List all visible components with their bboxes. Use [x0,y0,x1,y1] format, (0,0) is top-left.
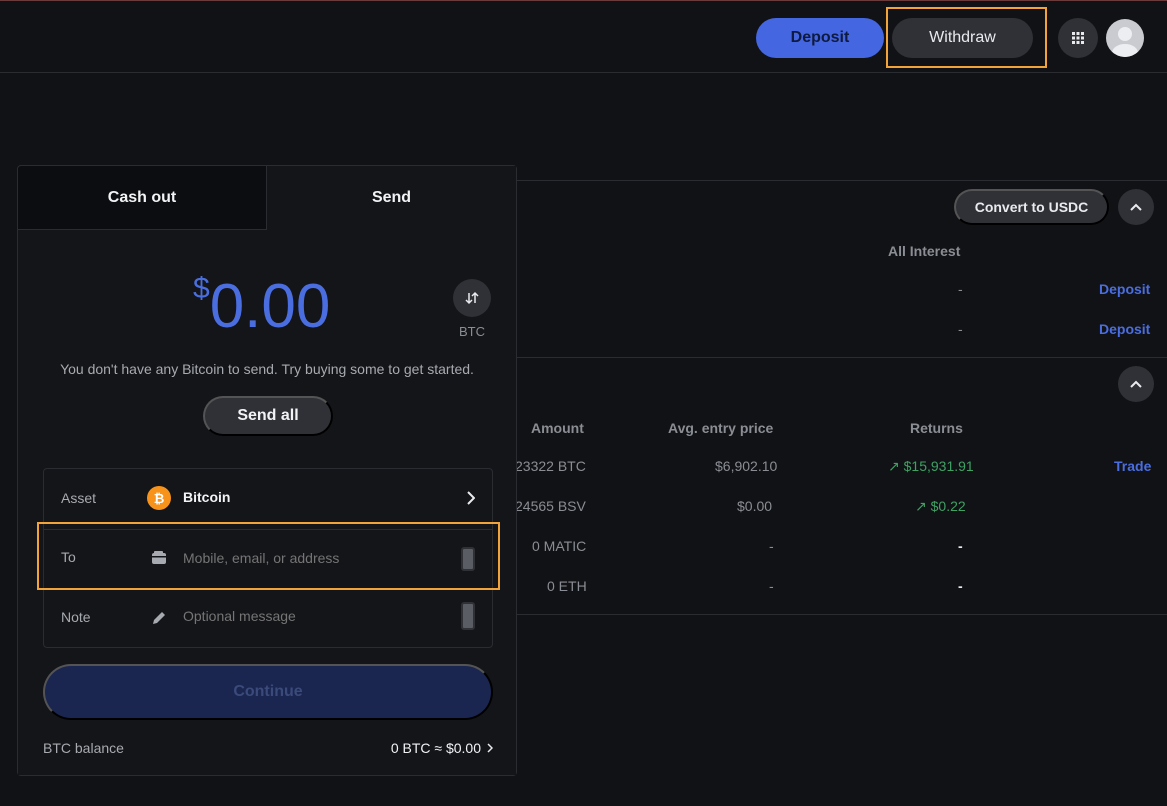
swap-unit-label: BTC [459,324,485,339]
note-scroll-handle[interactable] [461,602,475,630]
cash-interest-value: - [958,281,963,297]
section-divider [516,180,1167,181]
top-header: Deposit Withdraw [0,1,1167,73]
to-label: To [61,549,76,565]
tab-send[interactable]: Send [267,166,516,230]
holding-returns: - [958,538,963,554]
to-row[interactable]: To [44,529,492,589]
balance-label: BTC balance [43,740,124,756]
balance-value[interactable]: 0 BTC ≈ $0.00 [391,740,493,756]
trade-link[interactable]: Trade [1114,458,1151,474]
holding-entry-price: - [769,538,774,554]
avatar-icon [1112,27,1138,57]
chevron-up-icon [1130,380,1142,388]
entry-price-column-header: Avg. entry price [668,420,774,436]
swap-arrows-icon [465,291,479,305]
holding-entry-price: - [769,578,774,594]
withdraw-button[interactable]: Withdraw [892,18,1033,58]
recipient-scroll-handle[interactable] [461,547,475,571]
holding-returns: - [958,578,963,594]
trend-up-icon: ↗ [888,458,904,474]
swap-currency-button[interactable] [453,279,491,317]
amount-column-header: Amount [531,420,584,436]
cash-deposit-link[interactable]: Deposit [1099,321,1150,337]
convert-to-usdc-button[interactable]: Convert to USDC [954,189,1109,225]
send-modal: Cash out Send $ 0.00 BTC You don't have … [17,165,517,776]
send-panel: $ 0.00 BTC You don't have any Bitcoin to… [18,230,516,775]
continue-button[interactable]: Continue [43,664,493,720]
collapse-crypto-button[interactable] [1118,366,1154,402]
send-form: Asset ₿ Bitcoin To Note [43,468,493,648]
holding-amount: 0 ETH [547,578,587,594]
deposit-button[interactable]: Deposit [756,18,884,58]
send-all-button[interactable]: Send all [203,396,333,436]
asset-label: Asset [61,490,97,506]
all-interest-header: All Interest [888,243,961,259]
grid-icon [1072,32,1084,44]
asset-row[interactable]: Asset ₿ Bitcoin [44,469,492,529]
collapse-cash-button[interactable] [1118,189,1154,225]
apps-menu-button[interactable] [1058,18,1098,58]
note-input[interactable] [183,608,453,624]
chevron-right-icon [487,743,493,753]
recipient-input[interactable] [183,550,453,566]
holding-amount: 24565 BSV [515,498,586,514]
note-row[interactable]: Note [44,589,492,649]
holding-entry-price: $0.00 [737,498,773,514]
holding-entry-price: $6,902.10 [715,458,778,474]
wallet-icon [147,546,171,570]
chevron-right-icon [467,491,476,510]
empty-balance-notice: You don't have any Bitcoin to send. Try … [60,361,474,377]
svg-text:₿: ₿ [154,492,165,507]
returns-column-header: Returns [910,420,963,436]
currency-symbol: $ [193,272,210,305]
asset-value: Bitcoin [183,489,231,505]
section-divider [516,614,1167,615]
user-avatar[interactable] [1106,19,1144,57]
section-divider [516,357,1167,358]
note-label: Note [61,609,91,625]
holding-returns: ↗ $0.22 [915,498,966,514]
holding-amount: 23322 BTC [515,458,586,474]
pencil-icon [147,606,171,630]
holding-returns: ↗ $15,931.91 [888,458,974,474]
cash-deposit-link[interactable]: Deposit [1099,281,1150,297]
tab-cash-out[interactable]: Cash out [18,166,267,230]
amount-display[interactable]: $ 0.00 [193,270,330,344]
bitcoin-icon: ₿ [147,486,171,510]
cash-interest-value: - [958,321,963,337]
holding-amount: 0 MATIC [532,538,587,554]
chevron-up-icon [1130,203,1142,211]
trend-up-icon: ↗ [915,498,931,514]
amount-value: 0.00 [209,272,331,341]
